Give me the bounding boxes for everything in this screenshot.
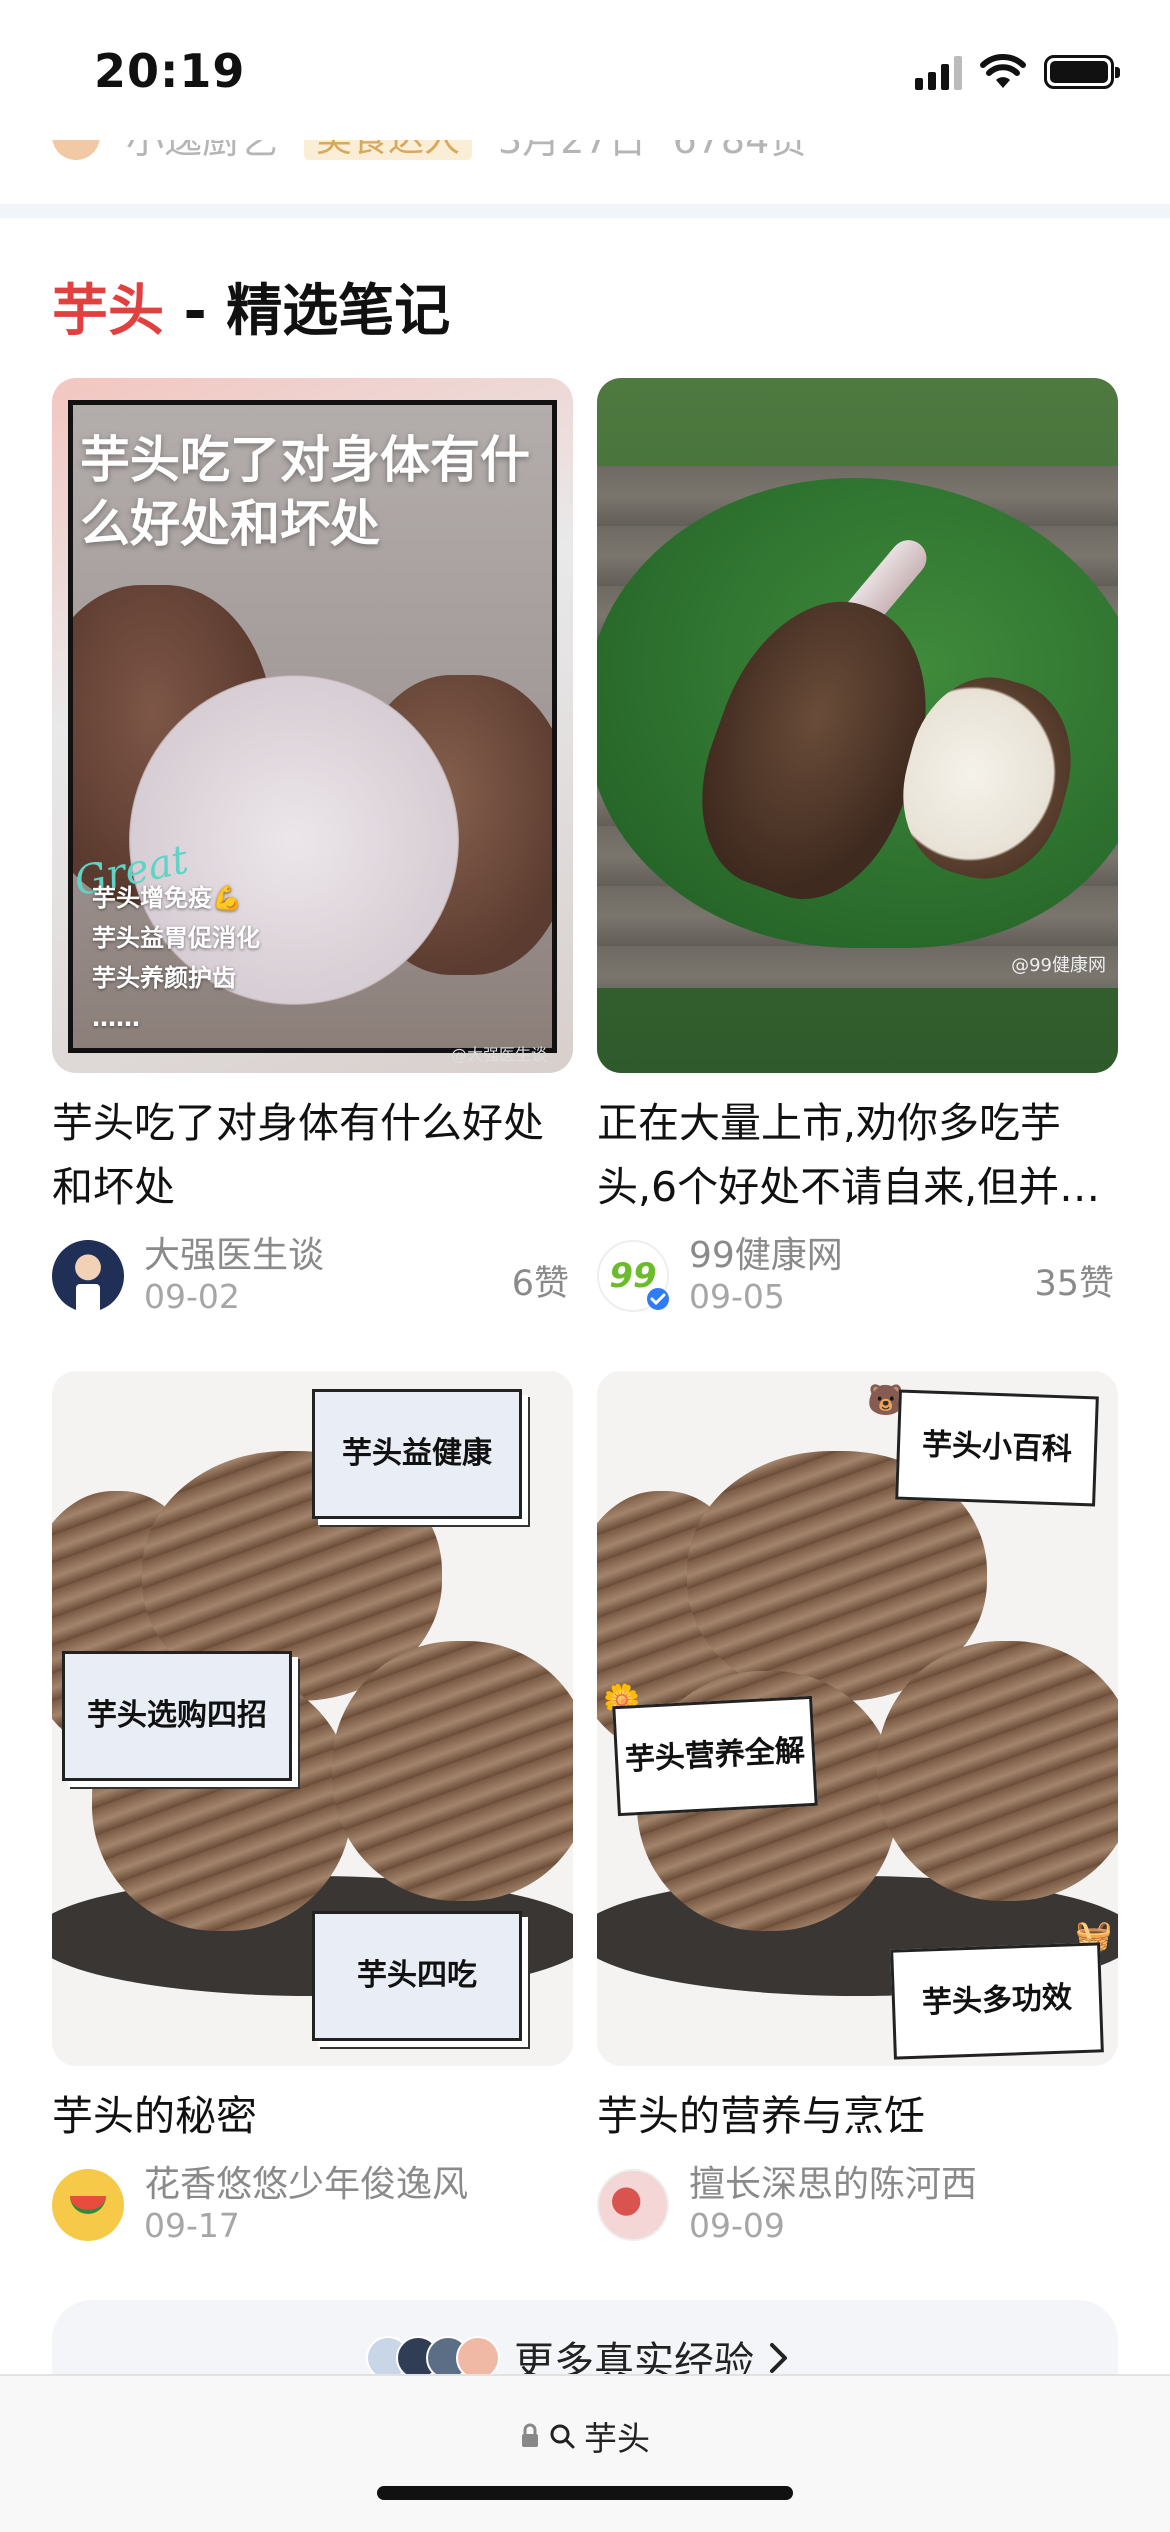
lock-icon <box>522 2423 538 2447</box>
note-meta: 擅长深思的陈河西 09-09 <box>597 2164 1118 2245</box>
thumbnail-bullet: 芋头养颜护齿 <box>92 964 236 992</box>
section-title: 芋头 - 精选笔记 <box>52 266 450 347</box>
status-time: 20:19 <box>94 44 246 98</box>
note-title[interactable]: 芋头的秘密 <box>52 2084 573 2148</box>
section-divider <box>0 204 1170 218</box>
author-name[interactable]: 大强医生谈 <box>144 1235 324 1277</box>
thumbnail-bullet: …… <box>92 1004 140 1032</box>
wifi-icon <box>980 54 1026 88</box>
thumbnail-bullet: 芋头增免疫💪 <box>92 884 242 912</box>
cellular-signal-icon <box>915 54 962 90</box>
author-name[interactable]: 擅长深思的陈河西 <box>689 2164 977 2206</box>
battery-icon <box>1044 55 1120 89</box>
watermelon-icon <box>70 2196 106 2214</box>
author-name[interactable]: 花香悠悠少年俊逸风 <box>144 2164 468 2206</box>
section-title-suffix: - 精选笔记 <box>164 279 451 344</box>
avatar[interactable] <box>52 2169 124 2241</box>
note-card[interactable]: 芋头益健康 芋头选购四招 芋头四吃 芋头的秘密 花香悠悠少年俊逸风 09-17 <box>52 1371 573 2245</box>
author-name[interactable]: 99健康网 <box>689 1235 843 1277</box>
note-title[interactable]: 芋头吃了对身体有什么好处和坏处 <box>52 1091 573 1219</box>
status-bar: 20:19 <box>0 0 1170 140</box>
thumbnail-title: 芋头吃了对身体有什么好处和坏处 <box>80 431 530 553</box>
note-thumbnail[interactable]: 🐻 🌼 🧺 芋头小百科 芋头营养全解 芋头多功效 <box>597 1371 1118 2066</box>
chevron-right-icon <box>770 2343 787 2373</box>
browser-address-bar[interactable]: 芋头 <box>0 2374 1170 2532</box>
note-thumbnail[interactable]: 芋头吃了对身体有什么好处和坏处 Great 芋头增免疫💪 芋头益胃促消化 芋头养… <box>52 378 573 1073</box>
verified-icon <box>645 1286 671 1312</box>
thumbnail-note: 芋头益健康 <box>312 1389 522 1519</box>
note-date: 09-09 <box>689 2206 785 2245</box>
note-title[interactable]: 芋头的营养与烹饪 <box>597 2084 1118 2148</box>
note-thumbnail[interactable]: @99健康网 <box>597 378 1118 1073</box>
note-card[interactable]: 芋头吃了对身体有什么好处和坏处 Great 芋头增免疫💪 芋头益胃促消化 芋头养… <box>52 378 573 1316</box>
note-title[interactable]: 正在大量上市,劝你多吃芋头,6个好处不请自来,但并… <box>597 1091 1118 1219</box>
thumbnail-watermark: @99健康网 <box>1011 955 1106 976</box>
search-icon <box>550 2424 575 2449</box>
avatar[interactable] <box>597 2169 669 2241</box>
thumbnail-note: 芋头营养全解 <box>612 1695 818 1817</box>
address-field[interactable]: 芋头 <box>0 2412 1170 2460</box>
note-date: 09-05 <box>689 1277 785 1316</box>
status-icons <box>915 54 1120 90</box>
thumbnail-bullets: 芋头增免疫💪 芋头益胃促消化 芋头养颜护齿 …… <box>92 878 260 1038</box>
thumbnail-bullet: 芋头益胃促消化 <box>92 924 260 952</box>
like-count[interactable]: 35赞 <box>1034 1255 1114 1306</box>
note-date: 09-17 <box>144 2206 240 2245</box>
section-keyword: 芋头 <box>52 279 164 344</box>
note-meta: 99 99健康网 09-05 35赞 <box>597 1235 1118 1316</box>
avatar[interactable] <box>52 1240 124 1312</box>
note-meta: 花香悠悠少年俊逸风 09-17 <box>52 2164 573 2245</box>
thumbnail-watermark: @大强医生谈 <box>450 1045 547 1064</box>
avatar[interactable]: 99 <box>597 1240 671 1312</box>
note-date: 09-02 <box>144 1277 240 1316</box>
note-card[interactable]: 🐻 🌼 🧺 芋头小百科 芋头营养全解 芋头多功效 芋头的营养与烹饪 擅长深思的陈… <box>597 1371 1118 2245</box>
thumbnail-note: 芋头多功效 <box>890 1942 1104 2060</box>
note-thumbnail[interactable]: 芋头益健康 芋头选购四招 芋头四吃 <box>52 1371 573 2066</box>
thumbnail-note: 芋头选购四招 <box>62 1651 292 1781</box>
note-card[interactable]: @99健康网 正在大量上市,劝你多吃芋头,6个好处不请自来,但并… 99 99健… <box>597 378 1118 1316</box>
home-indicator[interactable] <box>377 2486 793 2500</box>
thumbnail-note: 芋头四吃 <box>312 1911 522 2041</box>
taro-image <box>877 1641 1118 1901</box>
like-count[interactable]: 6赞 <box>512 1255 569 1306</box>
taro-image <box>332 1641 573 1901</box>
address-text: 芋头 <box>584 2419 650 2458</box>
thumbnail-note: 芋头小百科 <box>895 1389 1099 1507</box>
note-meta: 大强医生谈 09-02 6赞 <box>52 1235 573 1316</box>
